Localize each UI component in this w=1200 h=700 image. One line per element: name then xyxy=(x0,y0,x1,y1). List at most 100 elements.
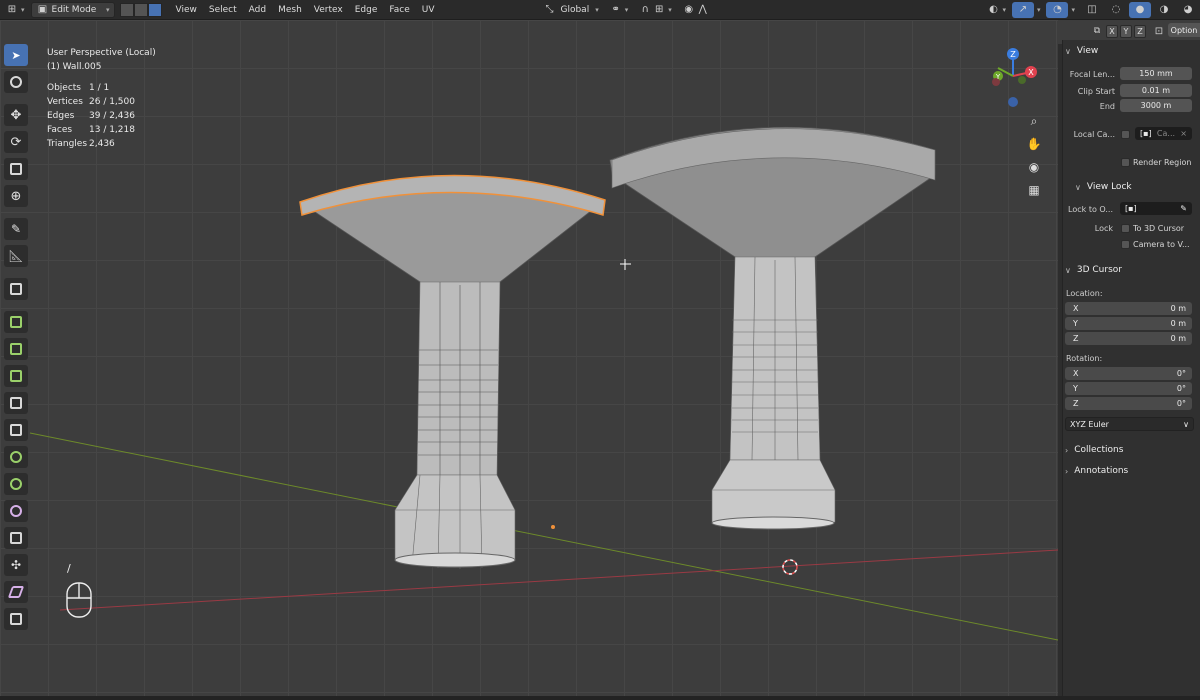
rotate-tool[interactable]: ⟳ xyxy=(4,131,28,153)
shading-solid-button[interactable]: ● xyxy=(1129,1,1151,18)
annotations-header[interactable]: › Annotations xyxy=(1065,466,1128,476)
focal-length-field[interactable]: 150 mm xyxy=(1120,67,1192,80)
extrude-tool[interactable] xyxy=(4,311,28,333)
bevel-tool[interactable] xyxy=(4,365,28,387)
menu-add[interactable]: Add xyxy=(243,5,272,15)
snap-button[interactable]: ∩ ⊞ ▾ xyxy=(634,2,676,18)
spin-tool[interactable] xyxy=(4,473,28,495)
shading-material-button[interactable]: ◑ xyxy=(1153,2,1175,18)
axis-value: 0° xyxy=(1176,369,1186,378)
gizmo-toggle-button[interactable]: ↗ xyxy=(1011,1,1034,18)
menu-edge[interactable]: Edge xyxy=(349,5,384,15)
clip-start-field[interactable]: 0.01 m xyxy=(1120,84,1192,97)
inset-tool[interactable] xyxy=(4,338,28,360)
cursor-tool[interactable] xyxy=(4,71,28,93)
pivot-point-button[interactable]: ⚭ ▾ xyxy=(605,2,633,18)
mouse-hint-icon xyxy=(66,582,92,618)
local-camera-field[interactable]: [▪] Ca... × xyxy=(1135,127,1192,140)
edge-slide-tool[interactable] xyxy=(4,527,28,549)
smooth-tool[interactable] xyxy=(4,500,28,522)
object-icon: [▪] xyxy=(1125,204,1137,213)
3d-cursor-header[interactable]: ∨ 3D Cursor xyxy=(1065,265,1122,275)
move-tool[interactable]: ✥ xyxy=(4,104,28,126)
face-select-button[interactable] xyxy=(147,2,162,17)
clip-end-field[interactable]: 3000 m xyxy=(1120,99,1192,112)
cursor-rotation-y-field[interactable]: Y 0° xyxy=(1065,382,1192,395)
cursor-rotation-z-field[interactable]: Z 0° xyxy=(1065,397,1192,410)
proportional-edit-button[interactable]: ◉ ⋀ xyxy=(678,2,714,18)
gizmo-y-label: Y xyxy=(995,73,1001,81)
axis-value: 0 m xyxy=(1170,304,1186,313)
scale-tool[interactable] xyxy=(4,158,28,180)
eyedropper-icon[interactable]: ✎ xyxy=(1180,204,1187,213)
view-panel-header[interactable]: ∨ View xyxy=(1065,46,1098,56)
poly-build-tool[interactable] xyxy=(4,446,28,468)
menu-view[interactable]: View xyxy=(170,5,203,15)
axis-value: 0° xyxy=(1176,399,1186,408)
shrink-fatten-tool[interactable]: ✣ xyxy=(4,554,28,576)
mirror-z-button[interactable]: Z xyxy=(1134,24,1146,38)
edge-select-button[interactable] xyxy=(133,2,148,17)
zoom-button[interactable]: ⌕ xyxy=(1023,110,1045,132)
lock-to-object-field[interactable]: [▪] ✎ xyxy=(1120,202,1192,215)
collections-header[interactable]: › Collections xyxy=(1065,445,1123,455)
clip-start-value: 0.01 m xyxy=(1141,86,1171,95)
camera-icon: ◉ xyxy=(1028,160,1040,174)
render-region-checkbox[interactable] xyxy=(1121,158,1130,167)
mirror-y-button[interactable]: Y xyxy=(1120,24,1132,38)
pan-button[interactable]: ✋ xyxy=(1023,133,1045,155)
rip-tool[interactable] xyxy=(4,608,28,630)
cursor-location-x-field[interactable]: X 0 m xyxy=(1065,302,1192,315)
vertex-select-button[interactable] xyxy=(119,2,134,17)
cursor-arrow-icon: ➤ xyxy=(11,48,21,62)
menu-vertex[interactable]: Vertex xyxy=(308,5,349,15)
select-mode-group xyxy=(119,2,162,17)
menu-select[interactable]: Select xyxy=(203,5,243,15)
shading-wireframe-button[interactable]: ◌ xyxy=(1105,2,1127,18)
chevron-right-icon: › xyxy=(1065,445,1069,455)
menu-uv[interactable]: UV xyxy=(416,5,441,15)
view-lock-header[interactable]: ∨ View Lock xyxy=(1075,182,1132,192)
stat-row: Triangles 2,436 xyxy=(47,137,135,151)
chevron-down-icon: ▾ xyxy=(1002,5,1006,14)
rotation-mode-dropdown[interactable]: XYZ Euler ∨ xyxy=(1065,417,1194,431)
transform-tool[interactable]: ⊕ xyxy=(4,185,28,207)
shear-tool[interactable] xyxy=(4,581,28,603)
measure-tool[interactable]: 📐︎ xyxy=(4,245,28,267)
loop-cut-tool[interactable] xyxy=(4,392,28,414)
camera-view-button[interactable]: ◉ xyxy=(1023,156,1045,178)
camera-to-view-checkbox[interactable] xyxy=(1121,240,1130,249)
overlays-toggle-button[interactable]: ◔ xyxy=(1046,1,1069,18)
shading-rendered-button[interactable]: ◕ xyxy=(1177,2,1199,18)
3d-viewport[interactable]: Z X Y User Perspective (Local) (1) Wall.… xyxy=(0,20,1058,700)
menu-mesh[interactable]: Mesh xyxy=(272,5,308,15)
mode-dropdown[interactable]: ▣ Edit Mode ▾ xyxy=(30,1,115,18)
knife-tool[interactable] xyxy=(4,419,28,441)
options-button[interactable]: Option xyxy=(1168,23,1200,37)
ortho-toggle-button[interactable]: ▦ xyxy=(1023,179,1045,201)
annotate-tool[interactable]: ✎ xyxy=(4,218,28,240)
gizmo-z-label: Z xyxy=(1010,50,1016,59)
visibility-button[interactable]: ◐ ▾ xyxy=(982,2,1010,18)
select-box-tool[interactable]: ➤ xyxy=(4,44,28,66)
editor-type-button[interactable]: ⊞ ▾ xyxy=(1,2,29,18)
transform-orientation-dropdown[interactable]: ⤡ Global ▾ xyxy=(538,2,602,18)
menu-face[interactable]: Face xyxy=(383,5,415,15)
lock-to-3d-cursor-checkbox[interactable] xyxy=(1121,224,1130,233)
active-object-name: (1) Wall.005 xyxy=(47,62,102,72)
chevron-down-icon: ∨ xyxy=(1075,182,1081,192)
cursor-rotation-x-field[interactable]: X 0° xyxy=(1065,367,1192,380)
camera-to-view-label: Camera to V... xyxy=(1133,240,1190,249)
cursor-location-y-field[interactable]: Y 0 m xyxy=(1065,317,1192,330)
chevron-down-icon: ▾ xyxy=(595,5,599,14)
3d-cursor-title: 3D Cursor xyxy=(1076,265,1122,275)
cursor-location-z-field[interactable]: Z 0 m xyxy=(1065,332,1192,345)
add-cube-tool[interactable] xyxy=(4,278,28,300)
close-icon[interactable]: × xyxy=(1180,129,1187,138)
mirror-x-button[interactable]: X xyxy=(1106,24,1118,38)
3d-cursor xyxy=(782,559,798,575)
chevron-down-icon: ∨ xyxy=(1065,265,1071,275)
axis-label: Z xyxy=(1073,399,1079,408)
local-camera-checkbox[interactable] xyxy=(1121,130,1130,139)
xray-toggle-button[interactable]: ◫ xyxy=(1081,2,1103,18)
